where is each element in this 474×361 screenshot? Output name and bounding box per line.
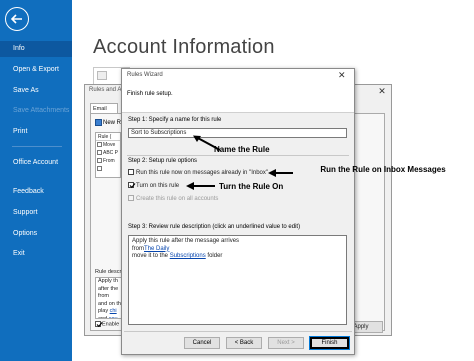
- page-title: Account Information: [93, 36, 275, 58]
- desc-line: and on th: [98, 300, 121, 307]
- rules-list-header: Rule (: [96, 133, 120, 141]
- back-arrow-icon[interactable]: [5, 7, 29, 31]
- wizard-title: Rules Wizard: [127, 72, 163, 78]
- rule-row-label: From: [103, 158, 115, 164]
- desc-line: play chi: [98, 308, 122, 316]
- nav-save-attachments[interactable]: Save Attachments: [0, 103, 72, 119]
- table-row[interactable]: From: [96, 157, 120, 165]
- nav-info[interactable]: Info: [0, 41, 72, 57]
- cancel-button[interactable]: Cancel: [184, 337, 220, 349]
- run-rule-now-checkbox[interactable]: [128, 169, 134, 176]
- new-rule-button[interactable]: New R: [95, 118, 121, 128]
- wizard-subtitle: Finish rule setup.: [127, 91, 173, 97]
- wizard-header: Finish rule setup.: [122, 83, 354, 113]
- wizard-titlebar: Rules Wizard ✕: [122, 69, 354, 83]
- new-rule-icon: [95, 118, 102, 126]
- all-accounts-checkbox[interactable]: [128, 195, 134, 202]
- nav-support[interactable]: Support: [0, 205, 72, 221]
- new-rule-label: New R: [103, 120, 122, 126]
- rule-description-box: Apply this rule after the message arrive…: [128, 235, 347, 325]
- enable-rss-checkbox[interactable]: Enable: [95, 321, 119, 328]
- desc-folder-text: folder: [207, 253, 223, 259]
- step-separator: [127, 155, 349, 156]
- all-accounts-label: Create this rule on all accounts: [136, 196, 219, 202]
- rules-alerts-title: Rules and A: [89, 87, 122, 93]
- rule-description-box: Apply th after the from and on th play c…: [95, 277, 123, 319]
- target-folder-link[interactable]: Subscriptions: [170, 253, 206, 259]
- nav-open-export[interactable]: Open & Export: [0, 62, 72, 78]
- button-separator: [124, 331, 352, 332]
- run-rule-now-label: Run this rule now on messages already in…: [136, 170, 268, 176]
- desc-line: from: [98, 293, 109, 299]
- all-accounts-option[interactable]: Create this rule on all accounts: [128, 195, 218, 203]
- nav-feedback[interactable]: Feedback: [0, 184, 72, 200]
- desc-line: after the: [98, 285, 119, 292]
- next-button[interactable]: Next >: [268, 337, 304, 349]
- back-button[interactable]: < Back: [226, 337, 262, 349]
- annotation-turn-on: Turn the Rule On: [219, 182, 284, 191]
- rule-checkbox[interactable]: [97, 142, 102, 148]
- annotation-run-rule: Run the Rule on Inbox Messages: [320, 165, 446, 174]
- from-sender-link[interactable]: The Daily: [144, 246, 169, 252]
- table-row[interactable]: ABC P: [96, 149, 120, 157]
- desc-move-text: move it to the: [132, 253, 169, 259]
- backstage-sidebar: Info Open & Export Save As Save Attachme…: [0, 0, 72, 361]
- step3-label: Step 3: Review rule description (click a…: [128, 224, 301, 230]
- arrow-to-turn-on: [186, 182, 215, 190]
- checkmark-icon: [96, 322, 103, 328]
- desc-line: and sou: [98, 315, 122, 319]
- desc-text: and: [98, 315, 108, 319]
- desc-line: Apply th: [98, 278, 118, 284]
- nav-save-as[interactable]: Save As: [0, 83, 72, 99]
- turn-on-rule-label: Turn on this rule: [136, 183, 180, 189]
- table-row[interactable]: Move: [96, 141, 120, 149]
- desc-line-3: move it to the Subscriptions folder: [132, 253, 343, 261]
- rules-list[interactable]: Rule ( Move ABC P From: [95, 132, 121, 178]
- step2-label: Step 2: Setup rule options: [128, 158, 198, 164]
- table-row[interactable]: [96, 165, 120, 173]
- run-rule-now-option[interactable]: Run this rule now on messages already in…: [128, 169, 268, 177]
- turn-on-rule-option[interactable]: Turn on this rule: [128, 182, 179, 190]
- rule-description-label: Rule descr: [95, 269, 122, 275]
- step1-label: Step 1: Specify a name for this rule: [128, 117, 222, 123]
- desc-from-text: from: [132, 245, 144, 252]
- checkmark-icon: [129, 183, 136, 189]
- close-icon[interactable]: ✕: [373, 86, 391, 97]
- rule-name-input[interactable]: Sort to Subscriptions: [128, 128, 347, 138]
- nav-options[interactable]: Options: [0, 226, 72, 242]
- enable-checkbox-box[interactable]: [95, 321, 103, 328]
- nav-exit[interactable]: Exit: [0, 246, 72, 262]
- rules-wizard-dialog: Rules Wizard ✕ Finish rule setup. Step 1…: [121, 68, 355, 355]
- nav-print[interactable]: Print: [0, 124, 72, 140]
- enable-label: Enable: [102, 321, 120, 328]
- nav-separator: [12, 146, 62, 147]
- close-icon[interactable]: ✕: [338, 70, 346, 81]
- desc-line-2: fromThe Daily: [132, 246, 343, 254]
- rule-row-label: ABC P: [103, 150, 119, 156]
- desc-link[interactable]: chi: [110, 308, 117, 314]
- finish-button[interactable]: Finish: [309, 336, 350, 350]
- desc-text: play: [98, 308, 109, 314]
- desc-link[interactable]: sou: [109, 316, 118, 319]
- turn-on-rule-checkbox[interactable]: [128, 182, 136, 189]
- rule-checkbox[interactable]: [97, 166, 102, 172]
- annotation-name-rule: Name the Rule: [214, 145, 270, 154]
- tab-email-rules[interactable]: Email Rule: [90, 103, 118, 122]
- rule-checkbox[interactable]: [97, 150, 102, 156]
- nav-office-account[interactable]: Office Account: [0, 157, 60, 177]
- account-selector-icon: [97, 71, 107, 80]
- arrow-to-run-rule: [268, 169, 293, 177]
- rule-row-label: Move: [103, 142, 116, 148]
- rule-checkbox[interactable]: [97, 158, 102, 164]
- desc-line-1: Apply this rule after the message arrive…: [132, 238, 240, 244]
